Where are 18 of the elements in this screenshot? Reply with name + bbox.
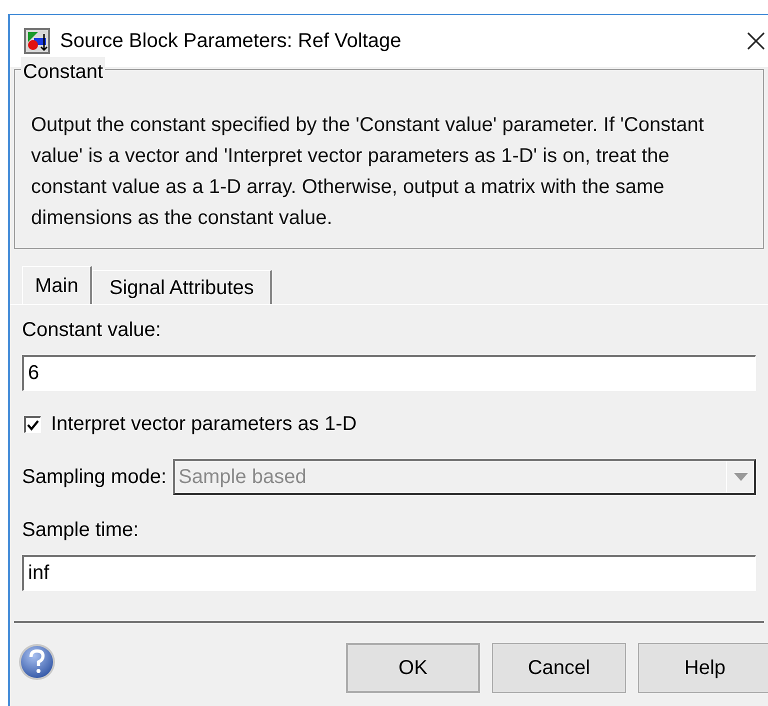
input-field[interactable]: inf <box>22 555 756 591</box>
dialog-button[interactable]: OK <box>346 643 480 693</box>
tab[interactable]: Signal Attributes <box>92 270 272 304</box>
field-label: Sampling mode: <box>22 465 167 490</box>
help-icon[interactable] <box>18 643 56 681</box>
tab[interactable]: Main <box>22 266 92 304</box>
window-title: Source Block Parameters: Ref Voltage <box>60 29 402 54</box>
checkbox[interactable] <box>24 416 41 432</box>
dialog-button[interactable]: Cancel <box>492 643 626 693</box>
field-label: Constant value: <box>22 318 162 343</box>
checkbox-label: Interpret vector parameters as 1-D <box>51 412 357 437</box>
input-field[interactable]: 6 <box>22 355 756 391</box>
field-label: Sample time: <box>22 518 140 543</box>
block-diagram-icon <box>24 28 50 54</box>
dialog-button[interactable]: Help <box>638 643 768 693</box>
dropdown-arrow-icon <box>734 473 748 481</box>
description: Output the constant specified by the 'Constant value' parameter. If 'Constant value' is a vector and 'Interpret vector parameters as 1-D' is on, treat the constant value as a 1-D array. Otherwise, output a matrix with the same dimensions as the constant value. <box>31 113 705 231</box>
close-icon[interactable] <box>746 31 766 51</box>
